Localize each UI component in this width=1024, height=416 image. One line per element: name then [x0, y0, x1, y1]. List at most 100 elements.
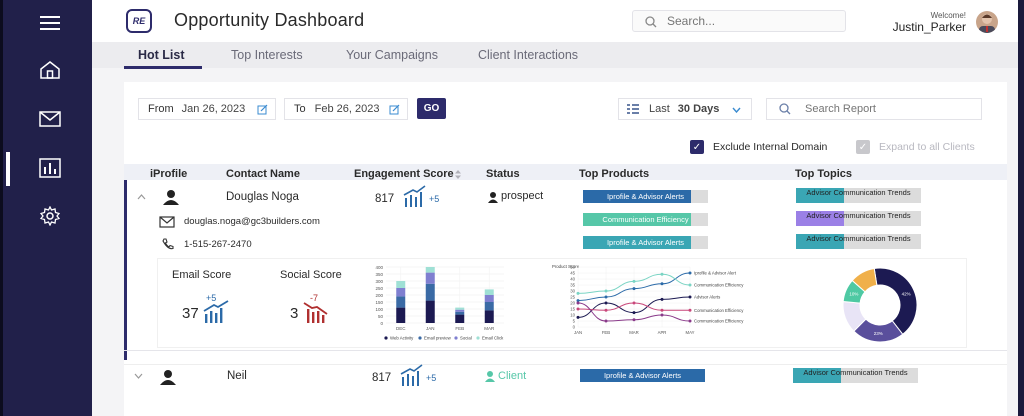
tab-your-campaigns[interactable]: Your Campaigns	[346, 48, 438, 62]
y-tick-label: 100	[375, 307, 383, 312]
welcome-text: Welcome!	[930, 11, 966, 20]
data-point	[660, 297, 664, 301]
contact-email[interactable]: douglas.noga@gc3builders.com	[184, 216, 320, 227]
x-tick-label: MAY	[686, 330, 695, 335]
tab-client-interactions[interactable]: Client Interactions	[478, 48, 578, 62]
prospect-icon	[488, 192, 498, 203]
menu-icon[interactable]	[38, 11, 62, 35]
avatar[interactable]	[976, 11, 998, 33]
data-point	[632, 311, 636, 315]
contact-name[interactable]: Neil	[227, 370, 247, 382]
data-point	[604, 308, 608, 312]
edit-icon[interactable]	[257, 104, 268, 115]
y-tick-label: 50	[570, 265, 575, 270]
data-point	[576, 301, 580, 305]
y-tick-label: 25	[570, 295, 575, 300]
bar-segment	[425, 272, 435, 284]
x-tick-label: DEC	[396, 326, 406, 331]
product-bar: Iprofile & Advisor Alerts	[583, 190, 708, 203]
slice-label: 10%	[849, 291, 858, 296]
y-tick-label: 0	[573, 325, 576, 330]
data-point	[604, 301, 608, 305]
status-badge: Client	[498, 370, 527, 382]
x-tick-label: FEB	[455, 326, 464, 331]
product-score-line-chart: Product Score 05101520253035404550 JAN FEB M…	[552, 264, 744, 335]
topics-donut-chart: 42% 23% 10%	[842, 267, 918, 343]
legend-marker	[476, 336, 480, 340]
sort-icon[interactable]	[455, 170, 461, 179]
donut-slice	[873, 267, 918, 335]
search-input[interactable]	[667, 14, 837, 28]
tab-top-interests[interactable]: Top Interests	[231, 48, 303, 62]
status-badge: prospect	[501, 190, 544, 202]
row-divider	[124, 350, 1007, 351]
activity-bar-chart: 0 50 100 150 200 250 300 350 400 DEC JAN FEB MAR Web …	[375, 265, 504, 341]
bar-segment	[455, 309, 465, 312]
period-select[interactable]: Last 30 Days	[618, 98, 752, 120]
bar-segment	[396, 296, 406, 308]
exclude-internal-checkbox[interactable]: ✓	[690, 140, 704, 154]
column-status: Status	[486, 168, 520, 180]
username[interactable]: Justin_Parker	[893, 20, 966, 34]
series-label: Communication Efficiency	[694, 283, 744, 288]
search-report-input[interactable]	[805, 103, 965, 115]
go-button[interactable]: GO	[417, 98, 446, 119]
bar-segment	[425, 300, 435, 323]
series-label: Advisor Alerts	[694, 295, 720, 300]
y-axis-label: Product Score	[552, 264, 580, 269]
chevron-down-icon[interactable]	[134, 373, 143, 379]
bar-segment	[455, 311, 465, 315]
chevron-down-icon	[732, 107, 741, 113]
product-bar-label: Communication Efficiency	[602, 215, 689, 224]
topic-bar: Advisor Communication Trends	[793, 368, 918, 383]
search-icon	[779, 103, 791, 115]
chevron-up-icon[interactable]	[137, 194, 146, 200]
sidebar	[0, 0, 92, 416]
data-point	[632, 318, 636, 322]
y-tick-label: 400	[375, 265, 383, 270]
product-bar: Iprofile & Advisor Alerts	[583, 236, 708, 249]
period-label: Last	[649, 103, 670, 115]
y-tick-label: 20	[570, 301, 575, 306]
mail-icon[interactable]	[38, 107, 62, 131]
y-tick-label: 10	[570, 313, 575, 318]
to-date-field[interactable]: To Feb 26, 2023	[284, 98, 408, 120]
data-point	[660, 282, 664, 286]
topic-bar-label: Advisor Communication Trends	[806, 211, 911, 220]
data-point	[576, 291, 580, 295]
top-bar: RE Opportunity Dashboard Welcome! Justin…	[92, 0, 1018, 42]
global-search[interactable]	[632, 10, 846, 32]
search-report-field[interactable]	[766, 98, 982, 120]
settings-icon[interactable]	[38, 204, 62, 228]
window-edge	[1018, 0, 1024, 416]
y-tick-label: 250	[375, 286, 383, 291]
contact-name[interactable]: Douglas Noga	[226, 191, 299, 203]
bar-segment	[396, 288, 406, 297]
contact-phone[interactable]: 1-515-267-2470	[184, 239, 252, 250]
tab-hot-list[interactable]: Hot List	[138, 48, 185, 62]
app-logo[interactable]: RE	[126, 9, 152, 33]
x-tick-label: JAN	[574, 330, 582, 335]
expand-clients-checkbox[interactable]: ✓	[856, 140, 870, 154]
y-tick-label: 40	[570, 277, 575, 282]
edit-icon[interactable]	[389, 104, 400, 115]
analytics-icon[interactable]	[38, 156, 62, 180]
column-engagement-score[interactable]: Engagement Score	[354, 168, 454, 180]
bar-segment	[455, 314, 465, 323]
contact-analytics-panel: Email Score +5 37 Social Score -7 3 0 50 1…	[157, 258, 967, 348]
bar-segment	[455, 307, 465, 310]
app-window: RE Opportunity Dashboard Welcome! Justin…	[0, 0, 1024, 416]
from-date-field[interactable]: From Jan 26, 2023	[138, 98, 276, 120]
tab-bar: Hot List Top Interests Your Campaigns Cl…	[92, 42, 1018, 69]
home-icon[interactable]	[38, 58, 62, 82]
data-point	[688, 308, 692, 312]
series-label: Communication Efficiency	[694, 319, 744, 324]
data-point	[604, 289, 608, 293]
y-tick-label: 200	[375, 293, 383, 298]
trend-down-icon	[303, 302, 328, 323]
topic-bar-label: Advisor Communication Trends	[806, 188, 911, 197]
bar-segment	[484, 289, 494, 295]
bar-segment	[484, 295, 494, 302]
x-tick-label: MAR	[629, 330, 639, 335]
table-row[interactable]: Neil 817 +5 Client Iprofile & Advisor Al…	[124, 364, 1007, 394]
